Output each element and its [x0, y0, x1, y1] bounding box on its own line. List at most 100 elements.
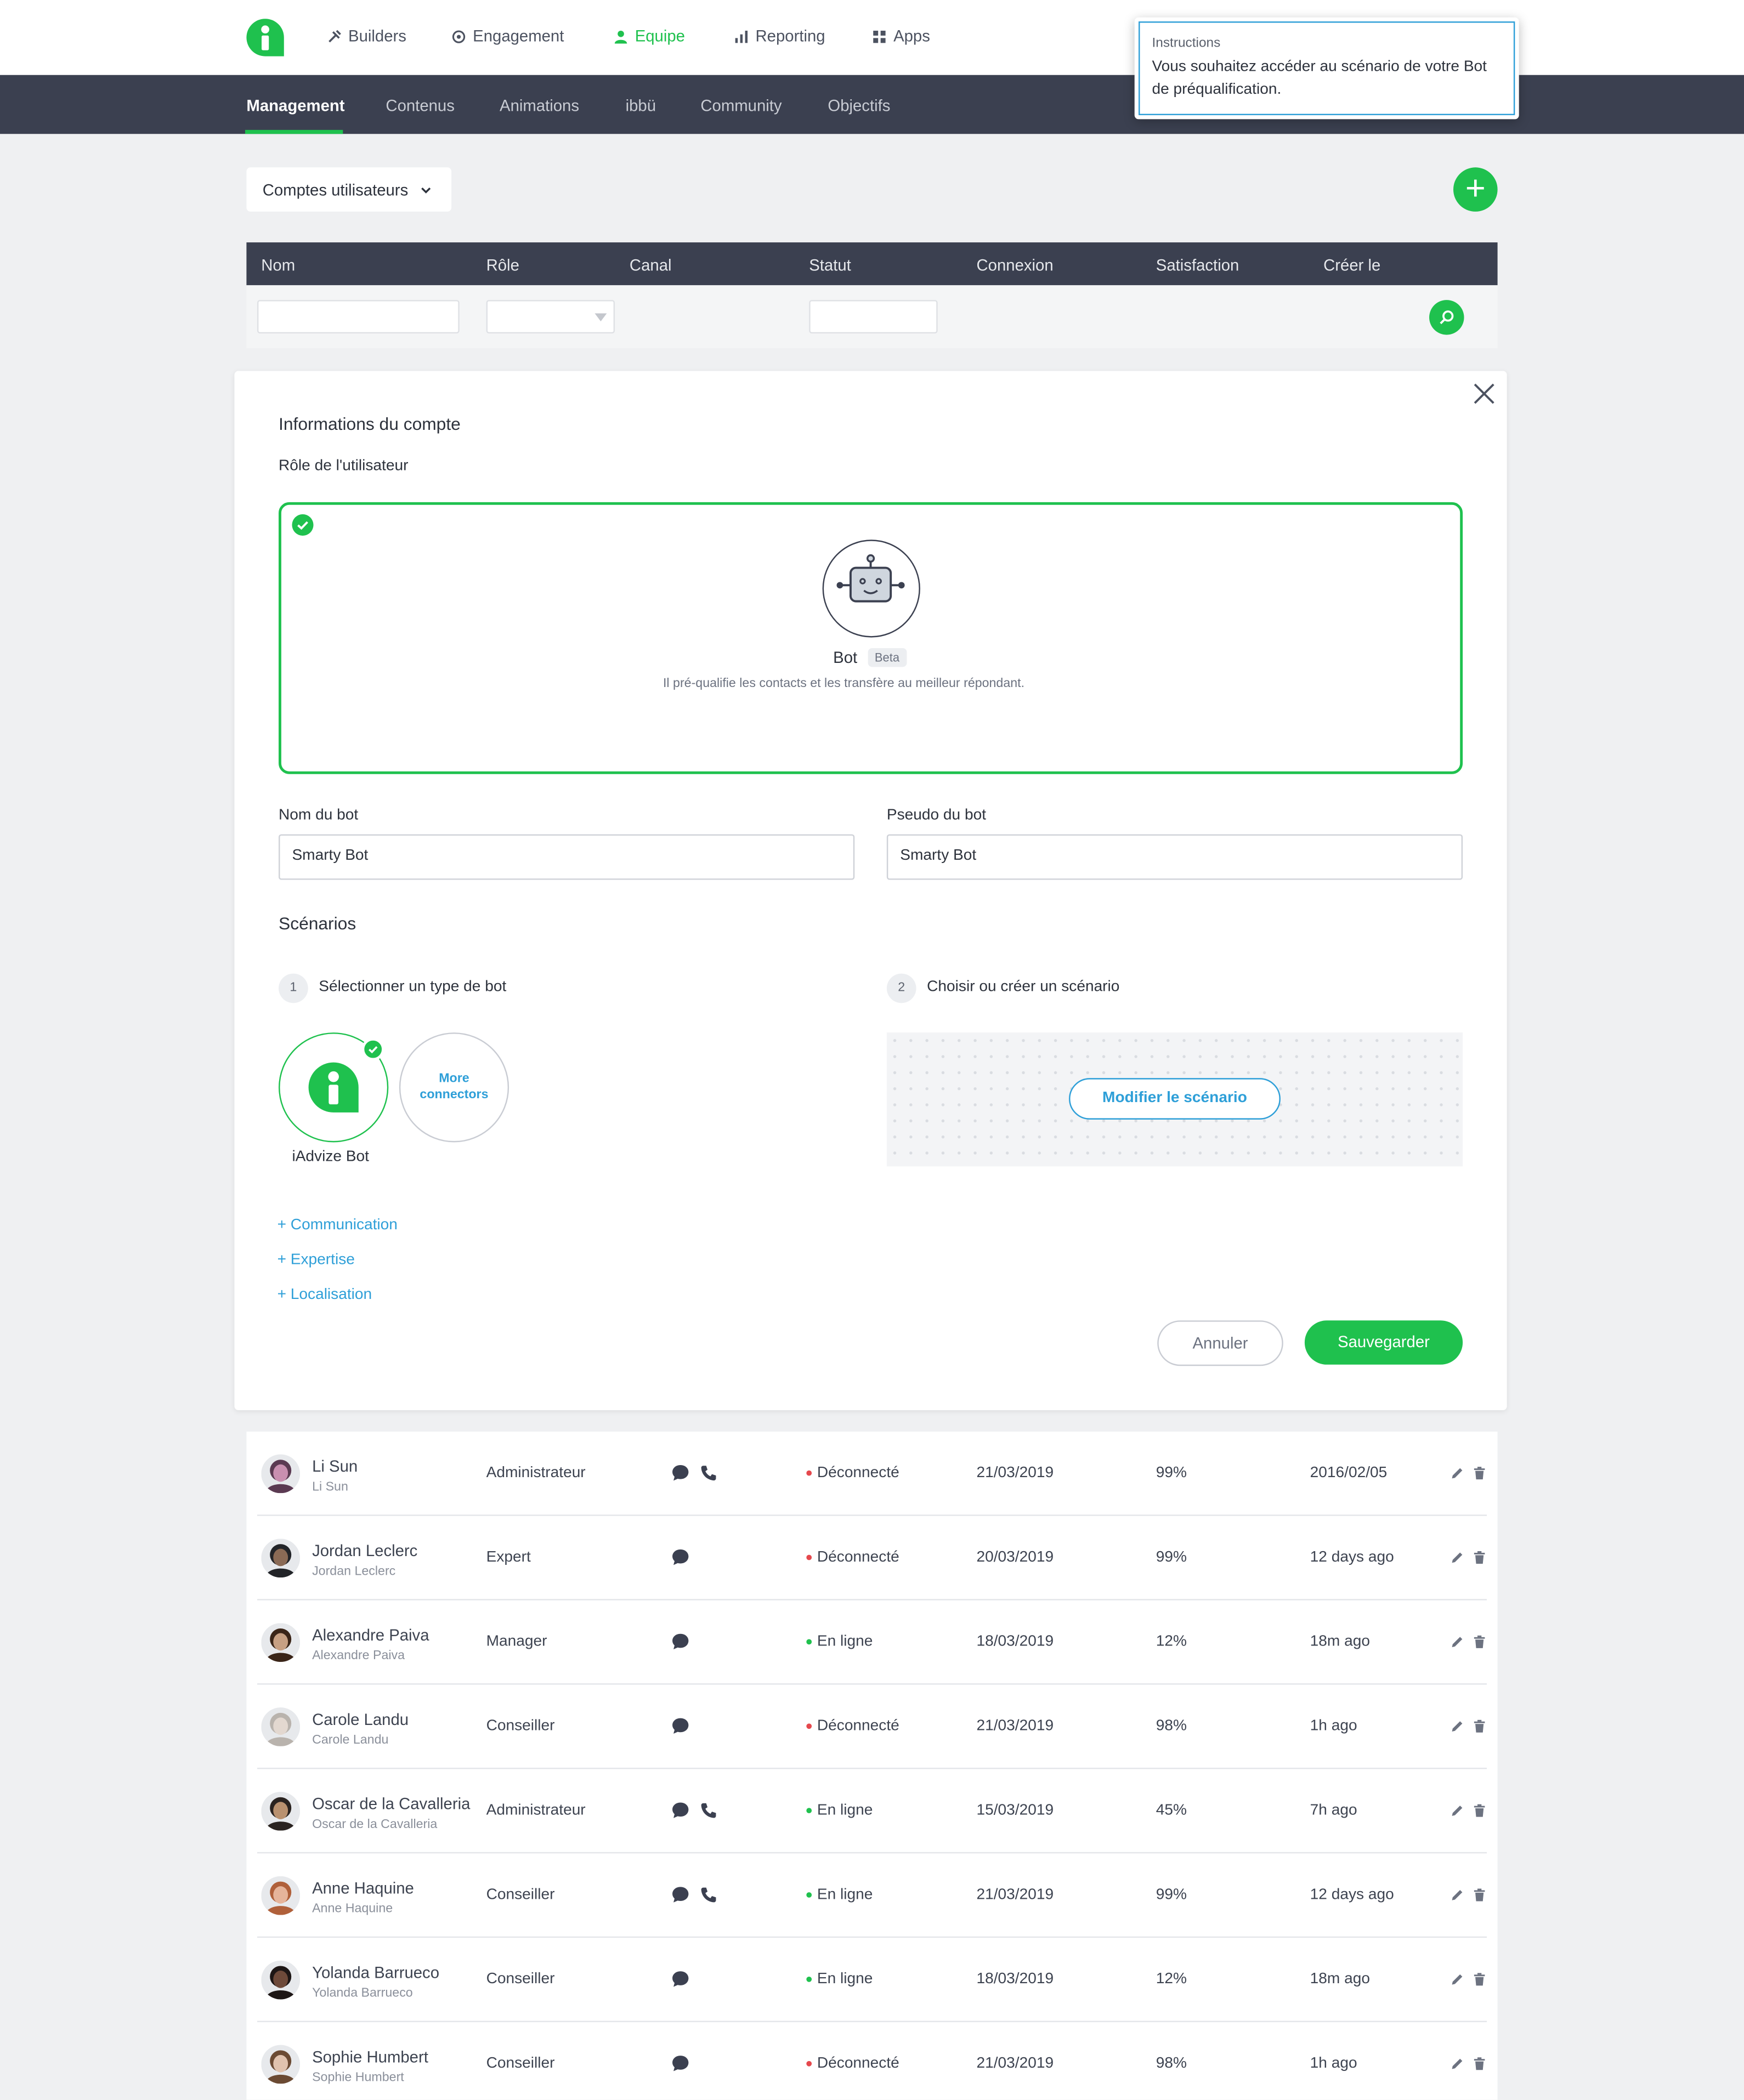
user-name[interactable]: Carole Landu	[312, 1710, 409, 1729]
user-connexion: 21/03/2019	[976, 1887, 1054, 1903]
nav-equipe[interactable]: Equipe	[614, 27, 685, 46]
user-subname: Carole Landu	[312, 1733, 389, 1748]
iadvize-connector-logo	[308, 1062, 359, 1113]
pencil-icon[interactable]	[1451, 1973, 1464, 1986]
nav-builders-label: Builders	[348, 26, 406, 46]
trash-icon[interactable]	[1474, 1973, 1486, 1986]
status-label: En ligne	[817, 1887, 873, 1903]
add-user-button[interactable]: +	[1453, 167, 1498, 212]
subnav-animations[interactable]: Animations	[500, 97, 579, 115]
avatar	[261, 1960, 301, 2000]
status-dot	[806, 1723, 812, 1729]
close-icon[interactable]	[1472, 382, 1496, 406]
subnav-objectifs[interactable]: Objectifs	[828, 97, 890, 115]
bot-name-input[interactable]: Smarty Bot	[279, 834, 855, 880]
edit-scenario-button[interactable]: Modifier le scénario	[1069, 1078, 1281, 1120]
column-nom[interactable]: Nom	[261, 256, 295, 274]
expertise-link[interactable]: + Expertise	[278, 1252, 355, 1268]
search-icon	[1440, 310, 1454, 325]
nav-apps[interactable]: Apps	[872, 27, 930, 46]
trash-icon[interactable]	[1474, 1804, 1486, 1817]
status-label: Déconnecté	[817, 1549, 899, 1566]
trash-icon[interactable]	[1474, 2057, 1486, 2070]
pencil-icon[interactable]	[1451, 1466, 1464, 1479]
user-name[interactable]: Anne Haquine	[312, 1879, 414, 1898]
user-name[interactable]: Alexandre Paiva	[312, 1626, 429, 1644]
nav-builders[interactable]: Builders	[327, 27, 406, 46]
user-status: En ligne	[806, 1887, 873, 1903]
user-row[interactable]: Alexandre Paiva Alexandre Paiva Manager En …	[246, 1600, 1497, 1685]
trash-icon[interactable]	[1474, 1466, 1486, 1480]
column-satisfaction[interactable]: Satisfaction	[1156, 256, 1239, 274]
status-label: En ligne	[817, 1633, 873, 1650]
subnav-community[interactable]: Community	[700, 97, 782, 115]
pencil-icon[interactable]	[1451, 2057, 1464, 2070]
trash-icon[interactable]	[1474, 1719, 1486, 1733]
user-name[interactable]: Yolanda Barrueco	[312, 1963, 439, 1982]
user-row[interactable]: Yolanda Barrueco Yolanda Barrueco Conseill…	[246, 1938, 1497, 2023]
role-label: Rôle de l'utilisateur	[279, 458, 409, 474]
pencil-icon[interactable]	[1451, 1804, 1464, 1817]
save-button[interactable]: Sauvegarder	[1304, 1320, 1463, 1365]
robot-icon	[822, 540, 920, 638]
trash-icon[interactable]	[1474, 1888, 1486, 1902]
role-filter-select[interactable]	[486, 300, 615, 334]
user-row[interactable]: Li Sun Li Sun Administrateur Déconnecté 21/0…	[246, 1432, 1497, 1516]
pencil-icon[interactable]	[1451, 1719, 1464, 1733]
user-satisfaction: 12%	[1156, 1633, 1187, 1650]
subnav-management[interactable]: Management	[246, 97, 344, 115]
trash-icon[interactable]	[1474, 1551, 1486, 1564]
user-row[interactable]: Carole Landu Carole Landu Conseiller Déconn…	[246, 1685, 1497, 1769]
iadvize-logo[interactable]	[245, 18, 285, 58]
step-2-number: 2	[886, 973, 916, 1003]
nav-engagement[interactable]: Engagement	[451, 27, 564, 46]
status-dot	[806, 1554, 812, 1560]
subnav-contenus[interactable]: Contenus	[386, 97, 454, 115]
cancel-button[interactable]: Annuler	[1157, 1320, 1283, 1366]
user-connexion: 18/03/2019	[976, 1971, 1054, 1988]
scenarios-title: Scénarios	[279, 913, 356, 934]
user-row[interactable]: Sophie Humbert Sophie Humbert Conseiller Dé…	[246, 2022, 1497, 2100]
communication-link[interactable]: + Communication	[278, 1217, 398, 1233]
chat-icon	[672, 1802, 689, 1818]
column-statut[interactable]: Statut	[809, 256, 851, 274]
column-connexion[interactable]: Connexion	[977, 256, 1054, 274]
user-name[interactable]: Oscar de la Cavalleria	[312, 1795, 470, 1813]
user-created: 18m ago	[1310, 1633, 1371, 1650]
pencil-icon[interactable]	[1451, 1551, 1464, 1564]
role-name: Bot	[833, 648, 858, 667]
accounts-dropdown[interactable]: Comptes utilisateurs	[246, 167, 452, 212]
column-role[interactable]: Rôle	[486, 256, 519, 274]
search-button[interactable]	[1429, 300, 1464, 335]
user-created: 12 days ago	[1310, 1887, 1394, 1903]
user-name[interactable]: Sophie Humbert	[312, 2047, 428, 2066]
user-name[interactable]: Li Sun	[312, 1457, 358, 1475]
nav-reporting[interactable]: Reporting	[734, 27, 825, 46]
user-satisfaction: 98%	[1156, 1718, 1187, 1734]
pencil-icon[interactable]	[1451, 1635, 1464, 1648]
user-name[interactable]: Jordan Leclerc	[312, 1541, 417, 1560]
trash-icon[interactable]	[1474, 1635, 1486, 1648]
avatar	[261, 1454, 301, 1494]
user-row[interactable]: Jordan Leclerc Jordan Leclerc Expert Déconn…	[246, 1516, 1497, 1600]
user-role: Administrateur	[486, 1802, 586, 1819]
user-role: Conseiller	[486, 1971, 555, 1988]
status-filter-input[interactable]	[809, 300, 938, 334]
more-connectors-button[interactable]: More connectors	[399, 1032, 509, 1143]
pencil-icon[interactable]	[1451, 1888, 1464, 1902]
user-subname: Anne Haquine	[312, 1902, 393, 1917]
nav-engagement-label: Engagement	[473, 26, 564, 46]
column-created[interactable]: Créer le	[1323, 256, 1380, 274]
avatar	[261, 1539, 301, 1578]
subnav-ibbu[interactable]: ibbü	[626, 97, 656, 115]
user-subname: Oscar de la Cavalleria	[312, 1817, 438, 1832]
name-filter-input[interactable]	[257, 300, 460, 334]
user-connexion: 21/03/2019	[976, 1718, 1054, 1734]
bot-pseudo-input[interactable]: Smarty Bot	[886, 834, 1463, 880]
instructions-text: Vous souhaitez accéder au scénario de vo…	[1152, 59, 1487, 98]
status-dot	[806, 1808, 812, 1813]
localisation-link[interactable]: + Localisation	[278, 1287, 372, 1303]
user-row[interactable]: Anne Haquine Anne Haquine Conseiller En lig…	[246, 1853, 1497, 1938]
column-canal[interactable]: Canal	[630, 256, 672, 274]
user-row[interactable]: Oscar de la Cavalleria Oscar de la Cavall…	[246, 1769, 1497, 1854]
